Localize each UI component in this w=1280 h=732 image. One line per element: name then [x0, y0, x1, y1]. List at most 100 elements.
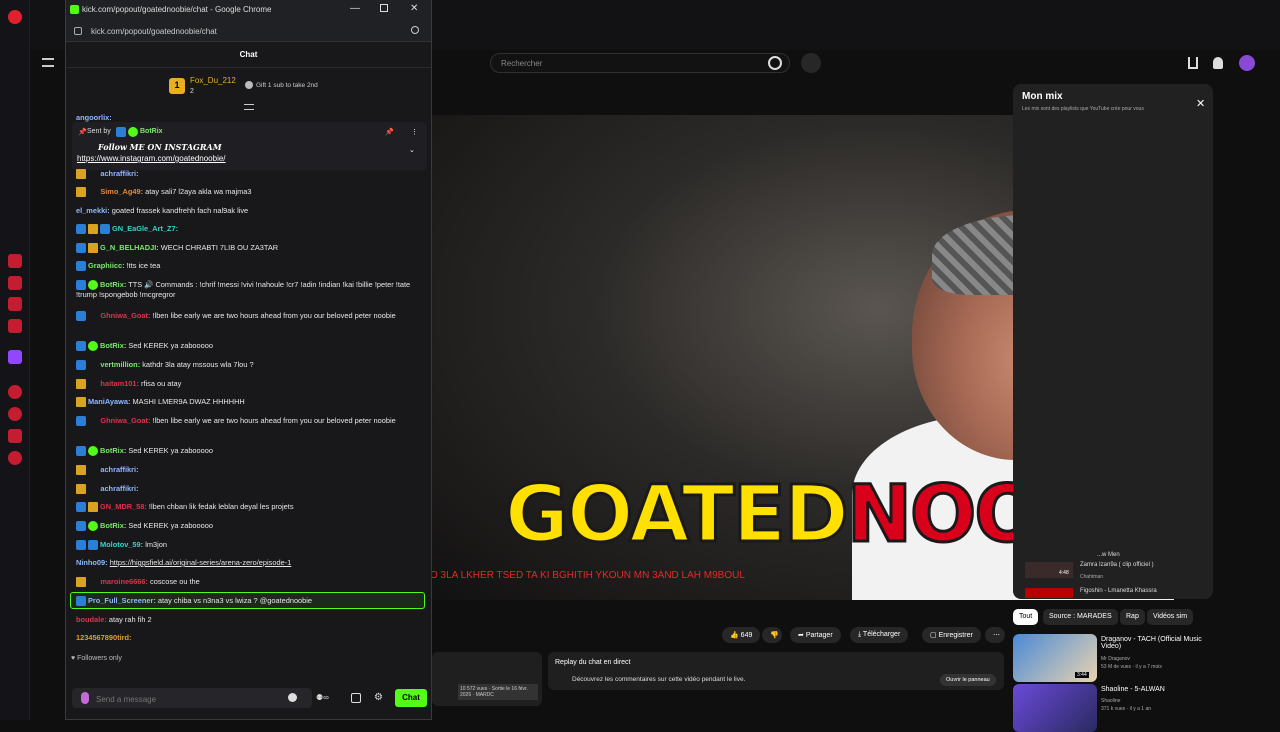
- pinned-author[interactable]: BotRix: [140, 128, 163, 135]
- sidebar-app-icon[interactable]: [8, 254, 22, 268]
- verified-badge-icon: [128, 127, 138, 137]
- unpin-icon[interactable]: 📌: [385, 128, 394, 136]
- kick-favicon-icon: [70, 5, 79, 14]
- live-chat-replay-box: [548, 652, 1004, 690]
- chat-message: G_N_BELHADJI: WECH CHRABTI 7LIB OU ZA3TA…: [76, 243, 426, 254]
- followers-only-status: ♥ Followers only: [71, 655, 122, 662]
- settings-icon[interactable]: ⚙: [374, 692, 383, 703]
- video-ticker-text: O 3LA LKHER TSED TA KI BGHITIH YKOUN MN …: [430, 570, 745, 581]
- mix-subtitle: Les mix sont des playlists que YouTube c…: [1022, 106, 1144, 112]
- minimize-icon[interactable]: —: [350, 3, 360, 14]
- more-options-icon[interactable]: ⋮: [411, 128, 418, 136]
- chip-similar[interactable]: Vidéos sim: [1147, 609, 1194, 625]
- avatar[interactable]: [1239, 55, 1255, 71]
- chat-message: achraffikri:: [76, 169, 426, 180]
- send-chat-button[interactable]: Chat: [395, 689, 427, 707]
- chip-source[interactable]: Source : MARADES: [1043, 609, 1118, 625]
- upload-icon[interactable]: [1188, 57, 1198, 69]
- search-input[interactable]: Rechercher: [490, 53, 790, 73]
- menu-icon[interactable]: [42, 58, 54, 67]
- chat-message: BotRix: Sed KEREK ya zabooooo: [76, 446, 426, 457]
- opera-gx-logo-icon[interactable]: [8, 10, 22, 24]
- chevron-down-icon[interactable]: ⌄: [409, 146, 415, 154]
- recommendation-item[interactable]: 3:44 Draganov - TACH (Official Music Vid…: [1013, 634, 1213, 682]
- maximize-icon[interactable]: [380, 4, 388, 12]
- pinned-link[interactable]: https://www.instagram.com/goatednoobie/: [77, 154, 226, 163]
- pinned-text: Follow ME ON INSTAGRAM: [98, 142, 222, 152]
- chip-all[interactable]: Tout: [1013, 609, 1039, 625]
- leader-name[interactable]: Fox_Du_212: [190, 76, 236, 85]
- history-icon[interactable]: [8, 407, 22, 421]
- mic-icon[interactable]: [801, 53, 821, 73]
- chat-message: ManiAyawa: MASHI LMER9A DWAZ HHHHHH: [76, 397, 426, 408]
- chat-message: vertmillion: kathdr 3la atay mssous wla …: [76, 360, 426, 371]
- browser-sidebar: [0, 0, 30, 720]
- sidebar-app-icon[interactable]: [8, 276, 22, 290]
- chat-message: Ninho09: https://higgsfield.ai/original-…: [76, 558, 292, 567]
- zoom-icon[interactable]: [411, 26, 419, 34]
- chat-message: BotRix: Sed KEREK ya zabooooo: [76, 521, 426, 532]
- collapse-icon[interactable]: [244, 104, 254, 110]
- live-chat-replay-desc: Découvrez les commentaires sur cette vid…: [572, 676, 746, 683]
- mix-item[interactable]: Figoshin - Lmanetta Khassra: [1025, 588, 1205, 606]
- mix-panel: [1013, 84, 1213, 599]
- chat-message: el_mekki: goated frassek kandfrehh fach …: [76, 206, 249, 215]
- emoji-icon[interactable]: [288, 693, 297, 702]
- sidebar-app-icon[interactable]: [8, 429, 22, 443]
- recommendation-item[interactable]: Shaoline - 5-ALWAN Shaoline 371 k vues ·…: [1013, 684, 1213, 732]
- chat-message: BotRix: Sed KEREK ya zabooooo: [76, 341, 426, 352]
- chat-message: Simo_Ag49: atay sali7 l2aya akla wa majm…: [76, 187, 426, 198]
- chat-message: Molotov_59: lm3jon: [76, 540, 426, 551]
- chat-message: GN_MDR_58: !lben chban lik fedak leblan …: [76, 502, 426, 513]
- close-icon[interactable]: ✕: [1196, 97, 1205, 110]
- address-url[interactable]: kick.com/popout/goatednoobie/chat: [91, 27, 217, 36]
- search-icon[interactable]: [768, 56, 782, 70]
- chat-message: Pro_Full_Screener: atay chiba vs n3na3 v…: [76, 596, 426, 607]
- chat-message: BotRix: TTS 🔊 Commands : !chrif !messi !…: [76, 280, 411, 300]
- dislike-button[interactable]: 👎: [762, 627, 782, 643]
- chat-title: Chat: [239, 50, 258, 59]
- open-panel-button[interactable]: Ouvrir le panneau: [940, 674, 996, 686]
- chat-message: achraffikri:: [76, 465, 426, 476]
- chat-message: maroine6666: coscose ou the: [76, 577, 426, 588]
- live-chat-replay-title: Replay du chat en direct: [555, 659, 631, 666]
- notifications-icon[interactable]: [1213, 57, 1223, 69]
- chat-link[interactable]: https://higgsfield.ai/original-series/ar…: [110, 558, 292, 567]
- pinned-sent-by: Sent by: [87, 128, 111, 135]
- emotes-icon[interactable]: ⚉∞: [316, 693, 338, 703]
- chat-message: GN_EaGle_Art_Z7:: [76, 224, 426, 235]
- window-title: kick.com/popout/goatednoobie/chat - Goog…: [82, 5, 272, 14]
- gift-sub-text[interactable]: Gift 1 sub to take 2nd: [256, 82, 318, 89]
- chat-message: Graphiicc: !tts ice tea: [76, 261, 426, 272]
- site-info-icon[interactable]: [74, 27, 82, 35]
- like-button[interactable]: 👍 649: [722, 627, 761, 643]
- twitch-icon[interactable]: [8, 350, 22, 364]
- chat-message: Ghniwa_Goat: !lben libe early we are two…: [76, 311, 426, 322]
- sidebar-app-icon[interactable]: [8, 385, 22, 399]
- settings-icon[interactable]: [8, 451, 22, 465]
- mic-icon[interactable]: [81, 692, 89, 704]
- download-button[interactable]: ⤓ Télécharger: [850, 627, 909, 643]
- sidebar-app-icon[interactable]: [8, 319, 22, 333]
- leader-count: 2: [190, 88, 194, 95]
- close-window-icon[interactable]: ✕: [410, 3, 418, 14]
- sidebar-app-icon[interactable]: [8, 297, 22, 311]
- chat-message: 1234567890tird:: [76, 633, 132, 642]
- chat-message: haitam101: rfisa ou atay: [76, 379, 426, 390]
- more-actions-button[interactable]: ⋯: [985, 627, 1005, 643]
- chat-message: achraffikri:: [76, 484, 426, 495]
- chip-rap[interactable]: Rap: [1120, 609, 1145, 625]
- mix-title: Mon mix: [1022, 91, 1063, 102]
- save-button[interactable]: ▢ Enregistrer: [922, 627, 981, 643]
- chat-message: Ghniwa_Goat: !lben libe early we are two…: [76, 416, 426, 427]
- mix-item[interactable]: 4:48 Zamra Izan9a ( clip officiel ) Chah…: [1025, 562, 1205, 580]
- rank-badge: 1: [169, 78, 185, 94]
- chat-message: boudale: atay rah fih 2: [76, 615, 152, 624]
- share-button[interactable]: ➦ Partager: [790, 627, 841, 643]
- views-info: 10 572 vues · Sortie le 16 févr. 2026 · …: [458, 684, 538, 700]
- gift-shop-icon[interactable]: [351, 693, 361, 703]
- badge-icon: [116, 127, 126, 137]
- pin-icon: 📌: [78, 129, 87, 136]
- message-input[interactable]: [96, 693, 276, 705]
- gift-icon: [245, 81, 253, 89]
